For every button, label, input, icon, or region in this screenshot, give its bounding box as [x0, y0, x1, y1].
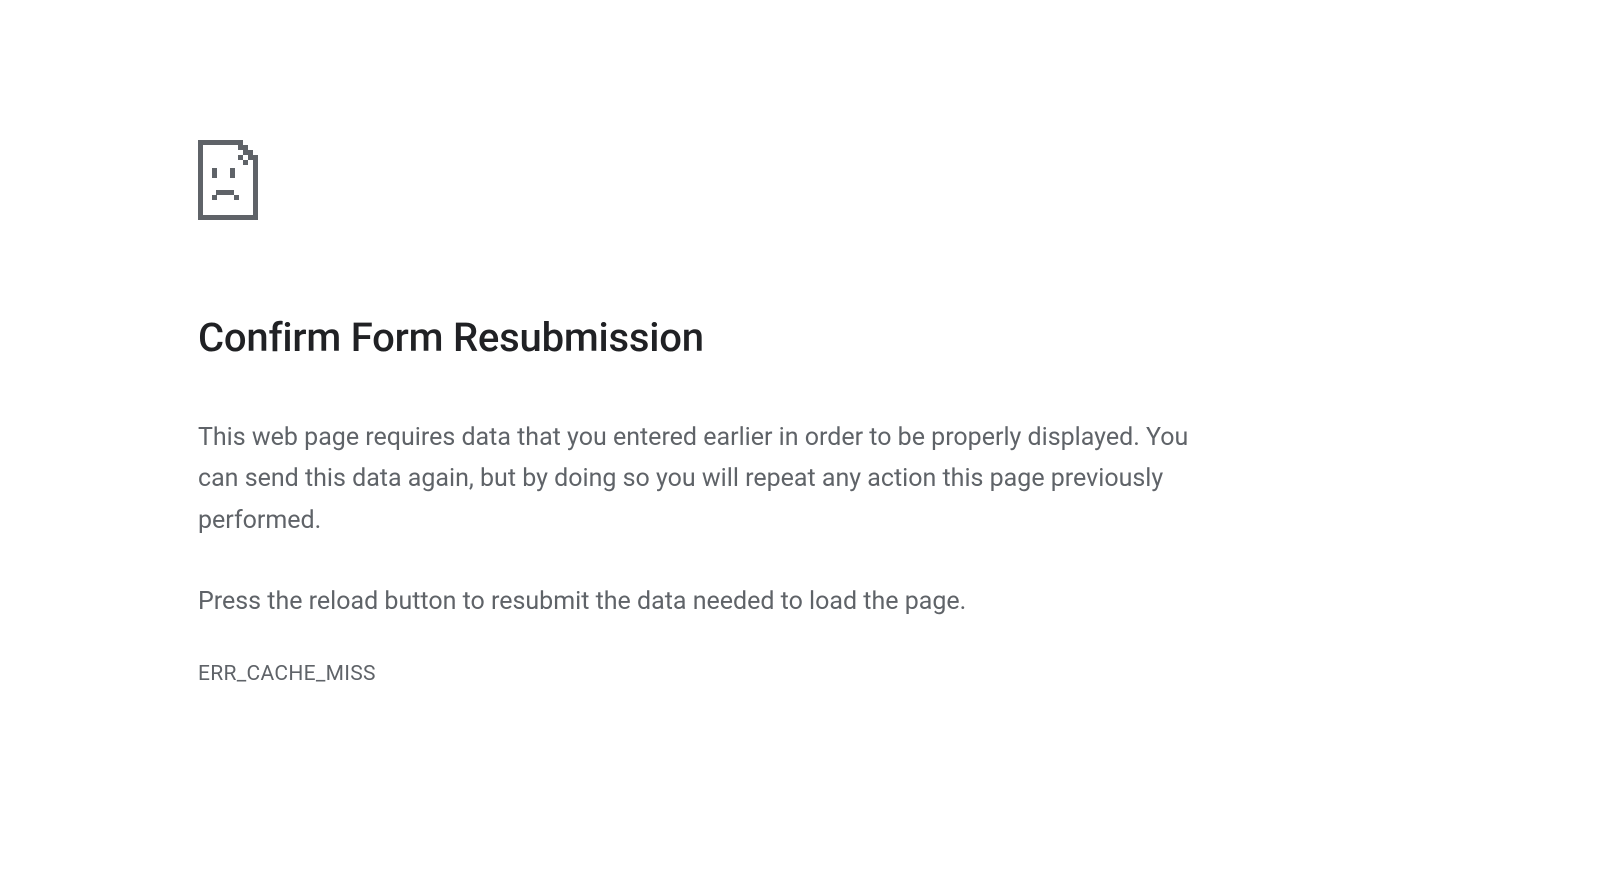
error-page: Confirm Form Resubmission This web page … — [0, 0, 1220, 686]
error-code: ERR_CACHE_MISS — [198, 662, 1220, 686]
explanation-paragraph-2: Press the reload button to resubmit the … — [198, 581, 1208, 622]
explanation-paragraph-1: This web page requires data that you ent… — [198, 417, 1208, 541]
sad-document-icon — [198, 140, 258, 220]
page-title: Confirm Form Resubmission — [198, 314, 1220, 362]
